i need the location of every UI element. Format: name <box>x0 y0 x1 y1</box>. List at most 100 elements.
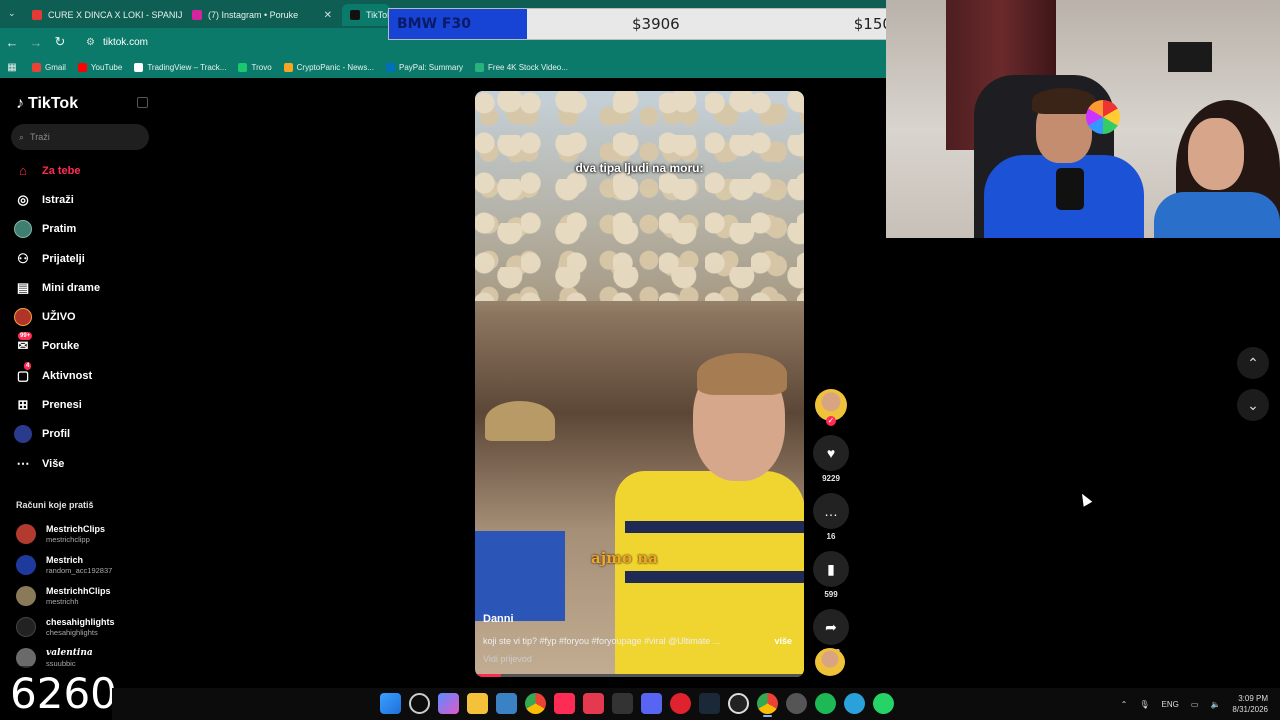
video-translate-link[interactable]: Vidi prijevod <box>483 654 532 664</box>
epic-games-icon[interactable] <box>612 693 633 714</box>
nav-item-istrazi[interactable]: ◎ Istraži <box>0 185 160 214</box>
nav-item-aktivnost[interactable]: ▢ 4 Aktivnost <box>0 361 160 390</box>
tab-instagram[interactable]: (7) Instagram • Poruke ✕ <box>184 4 340 26</box>
following-account[interactable]: chesahighlights chesahighlights <box>16 611 166 642</box>
opera-icon[interactable] <box>670 693 691 714</box>
bookmark-paypal[interactable]: PayPal: Summary <box>386 62 463 72</box>
bookmark-label: Trovo <box>251 62 272 72</box>
account-handle: random_acc192837 <box>46 565 113 575</box>
tiktok-taskbar-icon[interactable] <box>554 693 575 714</box>
tiktok-logo[interactable]: ♪ TikTok <box>16 95 78 113</box>
webcam-feed <box>886 0 1280 238</box>
search-input[interactable]: ⌕ Traži <box>11 124 149 150</box>
nav-item-prijatelji[interactable]: ⚇ Prijatelji <box>0 244 160 273</box>
sound-avatar[interactable] <box>815 648 845 676</box>
tiktok-note-icon: ♪ <box>16 95 24 112</box>
apps-grid-icon[interactable]: ▦ <box>0 62 24 73</box>
discord-icon[interactable] <box>641 693 662 714</box>
logo-text: TikTok <box>28 95 79 112</box>
info-kiosk <box>475 531 565 621</box>
share-icon[interactable]: ➦ <box>813 609 849 645</box>
bookmark-label: Free 4K Stock Video... <box>488 62 568 72</box>
obs-icon[interactable] <box>728 693 749 714</box>
nav-item-pratim[interactable]: Pratim <box>0 215 160 244</box>
video-progress-fill <box>475 674 502 677</box>
bookmarks-bar: ▦ Gmail YouTube TradingView – Track... T… <box>0 56 886 78</box>
video-progress[interactable] <box>475 674 804 677</box>
store-icon[interactable] <box>496 693 517 714</box>
nav-item-uzivo[interactable]: UŽIVO <box>0 302 160 331</box>
network-icon[interactable]: ▭ <box>1191 700 1199 709</box>
clock[interactable]: 3:09 PM 8/31/2026 <box>1232 693 1268 715</box>
bookmark-stock-video[interactable]: Free 4K Stock Video... <box>475 62 568 72</box>
nav-item-mini-drame[interactable]: ▤ Mini drame <box>0 273 160 302</box>
volume-icon[interactable]: 🔈 <box>1210 700 1220 709</box>
nav-item-za-tebe[interactable]: ⌂ Za tebe <box>0 156 160 185</box>
collapse-sidebar-icon[interactable] <box>137 97 148 108</box>
bookmark-youtube[interactable]: YouTube <box>77 62 122 72</box>
whatsapp-icon[interactable] <box>873 693 894 714</box>
nav-label: UŽIVO <box>42 311 76 324</box>
account-name: Mestrich <box>46 554 84 565</box>
messages-icon: ✉ 99+ <box>17 332 33 354</box>
url-field[interactable]: ⚙ tiktok.com <box>86 37 148 48</box>
save-action[interactable]: ▮ 599 <box>812 551 850 599</box>
search-icon: ⌕ <box>19 131 25 142</box>
nav-item-vise[interactable]: ⋯ Više <box>0 449 160 478</box>
spotify-icon[interactable] <box>815 693 836 714</box>
nav-item-prenesi[interactable]: ⊞ Prenesi <box>0 390 160 419</box>
nav-label: Pratim <box>42 223 77 236</box>
site-info-icon[interactable]: ⚙ <box>86 37 95 48</box>
bookmark-gmail[interactable]: Gmail <box>32 62 66 72</box>
tray-overflow-icon[interactable]: ⌃ <box>1121 700 1128 709</box>
tab-tiktok[interactable]: TikTok <box>342 4 390 26</box>
chrome-icon[interactable] <box>525 693 546 714</box>
heart-icon[interactable]: ♥ <box>813 435 849 471</box>
nav-item-poruke[interactable]: ✉ 99+ Poruke <box>0 332 160 361</box>
bookmark-icon[interactable]: ▮ <box>813 551 849 587</box>
video-more-button[interactable]: više <box>774 636 792 646</box>
close-tab-icon[interactable]: ✕ <box>324 10 332 21</box>
tab-youtube[interactable]: CURE X DINCA X LOKI - SPANIJ ✕ <box>24 4 184 26</box>
video-author[interactable]: Danni <box>483 613 514 625</box>
tab-list-icon[interactable]: ⌄ <box>8 8 16 19</box>
back-icon[interactable]: ← <box>0 35 24 50</box>
settings-icon[interactable] <box>786 693 807 714</box>
like-action[interactable]: ♥ 9229 <box>812 435 850 483</box>
follow-plus-icon[interactable]: ✓ <box>826 416 836 426</box>
avatar <box>16 585 36 606</box>
score-overlay: 6260 <box>0 666 117 720</box>
comment-icon[interactable]: … <box>813 493 849 529</box>
following-account[interactable]: Mestrich random_acc192837 <box>16 549 166 580</box>
guest-face <box>1188 118 1244 190</box>
chrome-active-icon[interactable] <box>757 693 778 717</box>
telegram-icon[interactable] <box>844 693 865 714</box>
nav-item-profil[interactable]: Profil <box>0 420 160 449</box>
trovo-icon <box>238 62 248 72</box>
bookmark-tradingview[interactable]: TradingView – Track... <box>134 62 226 72</box>
comment-action[interactable]: … 16 <box>812 493 850 541</box>
reload-icon[interactable]: ↻ <box>48 34 72 50</box>
previous-video-button[interactable]: ⌃ <box>1237 347 1269 379</box>
following-account[interactable]: MestrichClips mestrichclipp <box>16 518 166 549</box>
microphone-icon[interactable]: 🎙 <box>1139 700 1149 709</box>
bookmark-label: CryptoPanic - News... <box>296 62 374 72</box>
language-indicator[interactable]: ENG <box>1162 700 1179 709</box>
nav-label: Poruke <box>42 340 80 353</box>
bookmark-trovo[interactable]: Trovo <box>238 62 272 72</box>
search-taskbar-icon[interactable] <box>409 693 430 714</box>
file-explorer-icon[interactable] <box>467 693 488 714</box>
bookmark-cryptopanic[interactable]: CryptoPanic - News... <box>283 62 374 72</box>
steam-icon[interactable] <box>699 693 720 714</box>
next-video-button[interactable]: ⌄ <box>1237 389 1269 421</box>
copilot-icon[interactable] <box>438 693 459 714</box>
friends-icon: ⚇ <box>17 250 29 266</box>
trovo-taskbar-icon[interactable] <box>583 693 604 714</box>
video-player[interactable]: dva tipa ljudi na moru: ajmo na Danni ko… <box>475 91 804 677</box>
forward-icon[interactable]: → <box>24 35 48 50</box>
creator-avatar[interactable]: ✓ <box>815 389 847 426</box>
following-account[interactable]: MestrichhClips mestrichh <box>16 580 166 611</box>
instagram-favicon-icon <box>192 10 202 20</box>
start-icon[interactable] <box>380 693 401 714</box>
clock-date: 8/31/2026 <box>1232 705 1268 714</box>
